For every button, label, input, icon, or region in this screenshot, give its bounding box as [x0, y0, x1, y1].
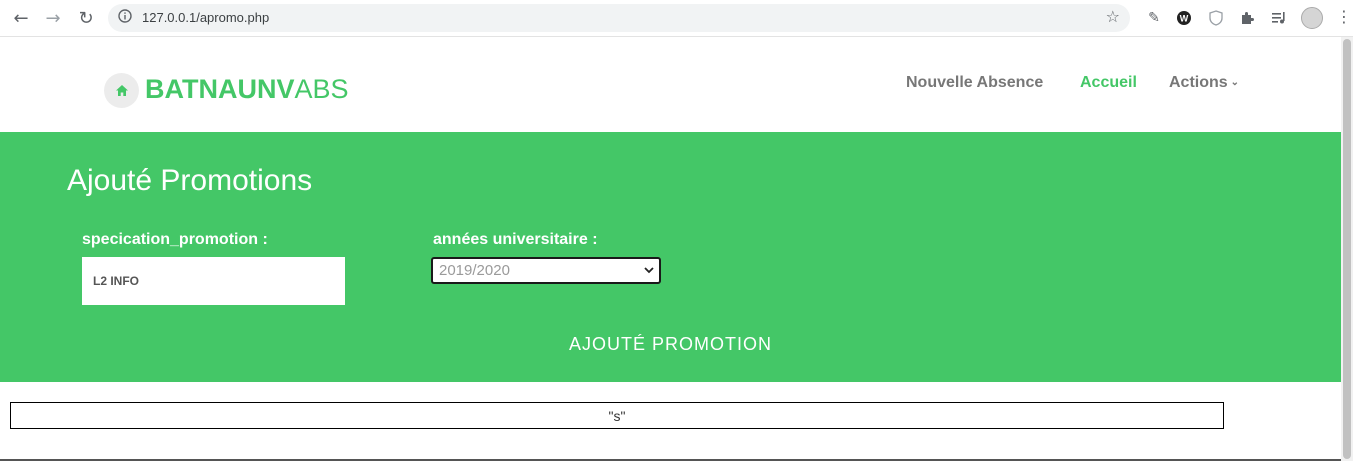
browser-menu-icon[interactable]: ⋮	[1336, 7, 1352, 26]
scrollbar-thumb[interactable]	[1343, 39, 1351, 459]
promotion-form-section: Ajouté Promotions specication_promotion …	[0, 132, 1341, 382]
reload-icon[interactable]: ↻	[74, 6, 98, 30]
profile-avatar[interactable]	[1301, 7, 1323, 29]
bookmark-star-icon[interactable]: ☆	[1106, 7, 1120, 26]
chevron-down-icon: ⌄	[1230, 77, 1240, 88]
page-scrollbar[interactable]	[1341, 37, 1353, 461]
nav-accueil[interactable]: Accueil	[1080, 74, 1137, 92]
spec-promotion-input[interactable]: L2 INFO	[82, 257, 345, 305]
brand-logo-text[interactable]: BATNAUNVABS	[145, 73, 349, 105]
forward-arrow-icon[interactable]: →	[41, 6, 65, 30]
site-header: BATNAUNVABS Nouvelle Absence Accueil Act…	[0, 37, 1341, 132]
w-extension-icon[interactable]: W	[1174, 8, 1194, 28]
academic-year-selected: 2019/2020	[439, 262, 510, 279]
puzzle-extensions-icon[interactable]	[1237, 8, 1257, 28]
url-text[interactable]: 127.0.0.1/apromo.php	[142, 10, 269, 25]
site-info-icon[interactable]	[118, 9, 132, 23]
nav-actions-label: Actions	[1169, 74, 1228, 91]
page-title: Ajouté Promotions	[67, 164, 313, 197]
nav-nouvelle-absence[interactable]: Nouvelle Absence	[906, 74, 1043, 92]
home-logo[interactable]	[104, 73, 139, 108]
svg-text:W: W	[1180, 14, 1189, 24]
spec-promotion-value: L2 INFO	[93, 274, 140, 288]
address-bar[interactable]: 127.0.0.1/apromo.php ☆	[108, 4, 1130, 32]
brand-light: ABS	[294, 74, 349, 104]
media-queue-icon[interactable]	[1269, 8, 1289, 28]
add-promotion-button[interactable]: AJOUTÉ PROMOTION	[0, 334, 1341, 355]
eyedropper-extension-icon[interactable]: ✎	[1144, 8, 1164, 28]
home-icon	[115, 85, 128, 96]
brand-bold: BATNAUNV	[145, 74, 295, 104]
academic-year-select[interactable]: 2019/2020	[431, 257, 661, 284]
spec-promotion-label: specication_promotion :	[82, 231, 268, 248]
nav-actions-dropdown[interactable]: Actions ⌄	[1169, 74, 1239, 92]
academic-year-label: années universitaire :	[433, 231, 598, 248]
chevron-down-icon	[644, 267, 654, 274]
result-text: "s"	[608, 407, 626, 424]
result-output: "s"	[10, 402, 1224, 429]
shield-extension-icon[interactable]	[1206, 8, 1226, 28]
browser-toolbar: ← → ↻ 127.0.0.1/apromo.php ☆ ✎ W ⋮	[0, 0, 1353, 37]
back-arrow-icon[interactable]: ←	[9, 6, 33, 30]
